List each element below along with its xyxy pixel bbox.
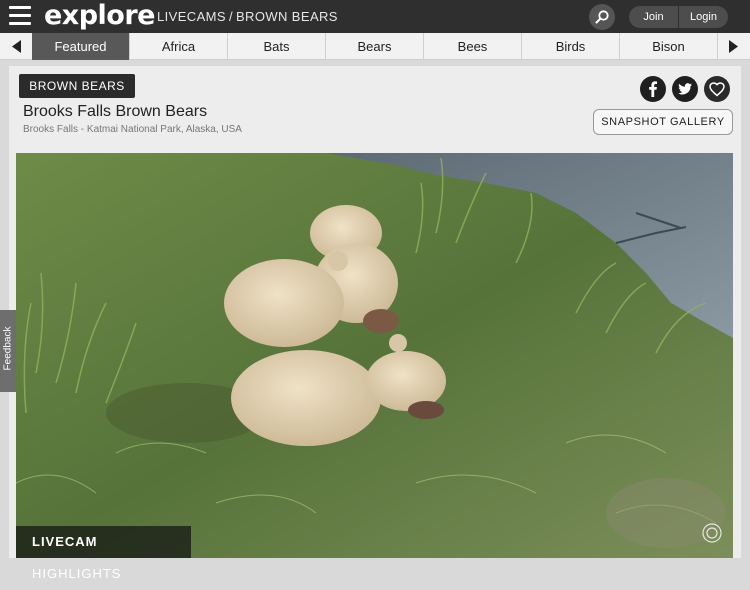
cam-title: Brooks Falls Brown Bears [23,103,208,120]
nav-next-button[interactable] [718,33,750,60]
heart-icon [709,82,725,97]
tab-birds[interactable]: Birds [522,33,620,60]
category-tag[interactable]: BROWN BEARS [19,74,135,98]
category-nav: Featured Africa Bats Bears Bees Birds Bi… [0,33,750,60]
video-frame [16,153,733,558]
login-button[interactable]: Login [679,6,728,28]
breadcrumb: LIVECAMS / BROWN BEARS [157,9,338,24]
auth-buttons: Join Login [629,6,728,28]
tab-africa[interactable]: Africa [130,33,228,60]
livecam-highlights-label[interactable]: LIVECAM HIGHLIGHTS [16,526,191,581]
feedback-label: Feedback [2,326,14,371]
tab-featured[interactable]: Featured [32,33,130,60]
top-bar: explore LIVECAMS / BROWN BEARS Join Login [0,0,750,33]
nav-prev-button[interactable] [0,33,32,60]
chevron-left-icon [12,40,21,53]
highlights-bold-text: LIVECAM [32,534,98,549]
facebook-icon [649,81,657,97]
twitter-share-button[interactable] [672,76,698,102]
category-tabs: Featured Africa Bats Bears Bees Birds Bi… [32,33,718,60]
snapshot-gallery-button[interactable]: SNAPSHOT GALLERY [593,109,733,135]
search-icon [595,10,609,24]
tab-bats[interactable]: Bats [228,33,326,60]
feedback-tab[interactable]: Feedback [0,310,16,392]
chevron-right-icon [729,40,738,53]
favorite-button[interactable] [704,76,730,102]
breadcrumb-brown-bears[interactable]: BROWN BEARS [236,9,338,24]
explore-logo[interactable]: explore [44,0,156,31]
menu-icon[interactable] [9,6,31,26]
twitter-icon [678,83,692,95]
join-button[interactable]: Join [629,6,679,28]
tab-bears[interactable]: Bears [326,33,424,60]
highlights-text: HIGHLIGHTS [32,566,122,581]
cam-location: Brooks Falls - Katmai National Park, Ala… [23,124,242,135]
tab-bees[interactable]: Bees [424,33,522,60]
breadcrumb-separator: / [228,9,233,24]
tab-bison[interactable]: Bison [620,33,718,60]
facebook-share-button[interactable] [640,76,666,102]
livecam-video[interactable] [16,153,733,558]
breadcrumb-livecams[interactable]: LIVECAMS [157,9,226,24]
search-button[interactable] [589,4,615,30]
